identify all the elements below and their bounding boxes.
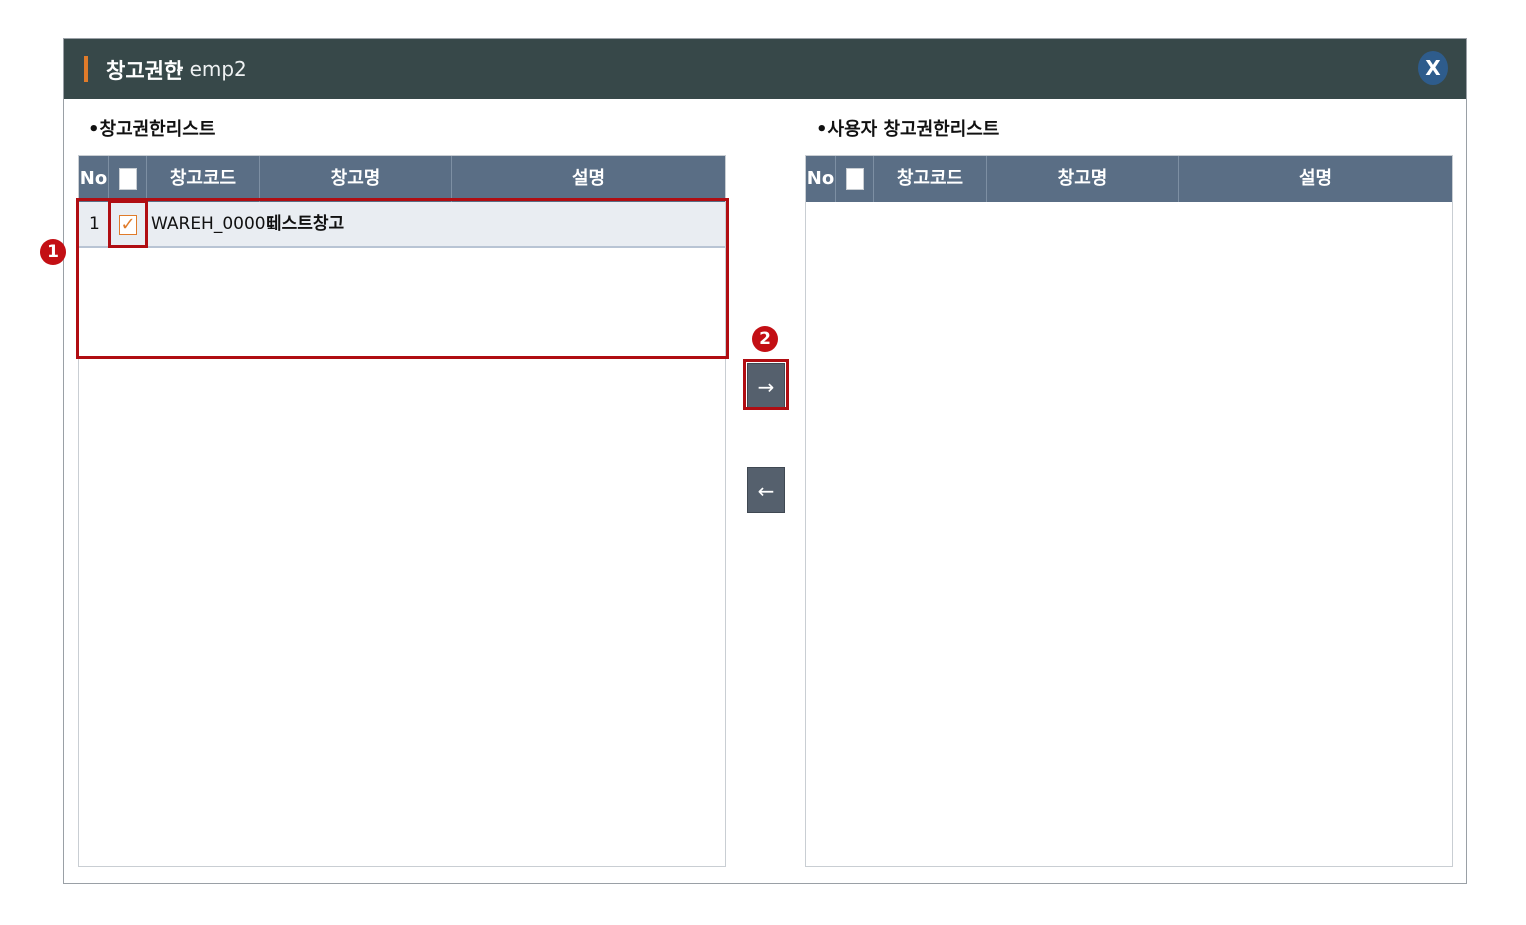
- column-header-no: No: [79, 156, 109, 202]
- dialog-user: - emp2: [176, 57, 247, 81]
- move-right-button[interactable]: →: [747, 363, 785, 409]
- close-button[interactable]: X: [1418, 51, 1448, 85]
- left-section-label: •창고권한리스트: [88, 119, 216, 140]
- step-marker-1: 1: [40, 239, 66, 265]
- column-header-code[interactable]: 창고코드: [874, 156, 987, 202]
- right-section-label: •사용자 창고권한리스트: [816, 119, 1000, 140]
- column-header-code[interactable]: 창고코드: [147, 156, 260, 202]
- column-header-desc[interactable]: 설명: [1179, 156, 1452, 202]
- warehouse-permission-dialog: 창고권한 - emp2 X •창고권한리스트 •사용자 창고권한리스트 No 창…: [40, 38, 1467, 884]
- dialog-titlebar: 창고권한 - emp2 X: [64, 39, 1466, 99]
- move-left-button[interactable]: ←: [747, 467, 785, 513]
- table-row[interactable]: 1 ✓ WAREH_00001 테스트창고: [79, 202, 725, 248]
- select-all-checkbox[interactable]: [845, 168, 864, 190]
- grid-header: No 창고코드 창고명 설명: [79, 156, 725, 202]
- column-header-name[interactable]: 창고명: [987, 156, 1179, 202]
- column-header-no: No: [806, 156, 836, 202]
- title-accent-bar: [84, 56, 88, 82]
- column-header-checkbox: [109, 156, 147, 202]
- column-header-desc[interactable]: 설명: [452, 156, 725, 202]
- row-checkbox[interactable]: ✓: [119, 215, 137, 235]
- user-warehouse-permission-grid: No 창고코드 창고명 설명: [805, 155, 1453, 867]
- warehouse-permission-grid: No 창고코드 창고명 설명 1 ✓ WAREH_00001 테스트창고: [78, 155, 726, 867]
- step-marker-2: 2: [752, 326, 778, 352]
- row-no: 1: [89, 214, 100, 234]
- column-header-name[interactable]: 창고명: [260, 156, 452, 202]
- dialog-title: 창고권한: [106, 59, 184, 83]
- row-warehouse-name: 테스트창고: [266, 214, 345, 234]
- select-all-checkbox[interactable]: [118, 168, 137, 190]
- row-warehouse-code: WAREH_00001: [151, 214, 277, 234]
- column-header-checkbox: [836, 156, 874, 202]
- grid-header: No 창고코드 창고명 설명: [806, 156, 1452, 202]
